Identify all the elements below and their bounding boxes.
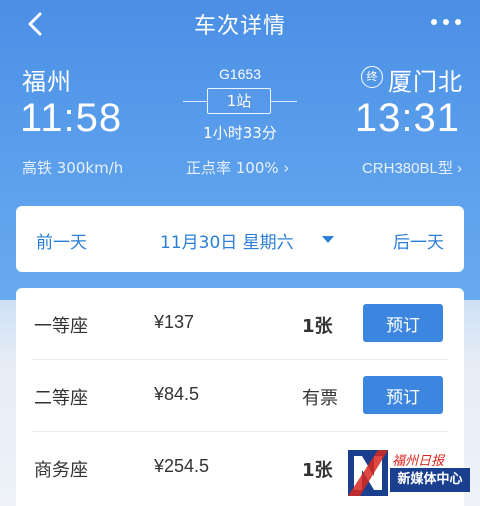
departure-station: 福州: [22, 68, 72, 96]
seat-availability: 1张: [302, 316, 333, 337]
seat-price: ¥137: [154, 312, 195, 332]
seat-availability: 1张: [302, 460, 333, 481]
seat-name: 一等座: [34, 316, 88, 337]
stops-button[interactable]: 1站: [207, 88, 271, 114]
seat-price: ¥254.5: [154, 456, 210, 476]
next-day-button[interactable]: 后一天: [393, 228, 444, 253]
date-dropdown[interactable]: 11月30日 星期六: [160, 228, 294, 253]
arrival-station: 厦门北: [388, 68, 463, 96]
caret-down-icon[interactable]: [322, 236, 334, 243]
punctuality-link[interactable]: 正点率 100% ›: [186, 157, 289, 178]
train-number: G1653: [218, 66, 262, 82]
date-selector: 前一天 11月30日 星期六 后一天: [16, 206, 464, 272]
more-dots-icon[interactable]: [428, 12, 464, 32]
arrival-time: 13:31: [354, 96, 460, 140]
departure-time: 11:58: [20, 96, 123, 140]
seat-name: 二等座: [34, 388, 88, 409]
train-speed: 高铁 300km/h: [22, 159, 124, 177]
book-button[interactable]: 预订: [363, 304, 443, 342]
seat-price: ¥84.5: [154, 384, 200, 404]
prev-day-button[interactable]: 前一天: [36, 228, 87, 253]
book-button[interactable]: 预订: [363, 376, 443, 414]
terminal-badge: 终: [361, 66, 383, 88]
travel-duration: 1小时33分: [203, 124, 277, 142]
seat-row-first-class: 一等座 ¥137 1张 预订: [16, 288, 464, 360]
watermark: 福州日报 新媒体中心: [346, 446, 476, 500]
train-model-link[interactable]: CRH380BL型 ›: [362, 157, 462, 178]
seat-availability: 有票: [302, 388, 338, 409]
watermark-subtitle: 新媒体中心: [390, 468, 470, 492]
seat-name: 商务座: [34, 460, 88, 481]
watermark-title: 福州日报: [392, 454, 445, 469]
media-logo-icon: [348, 450, 388, 496]
page-title: 车次详情: [193, 14, 286, 39]
seat-row-second-class: 二等座 ¥84.5 有票 预订: [16, 360, 464, 432]
